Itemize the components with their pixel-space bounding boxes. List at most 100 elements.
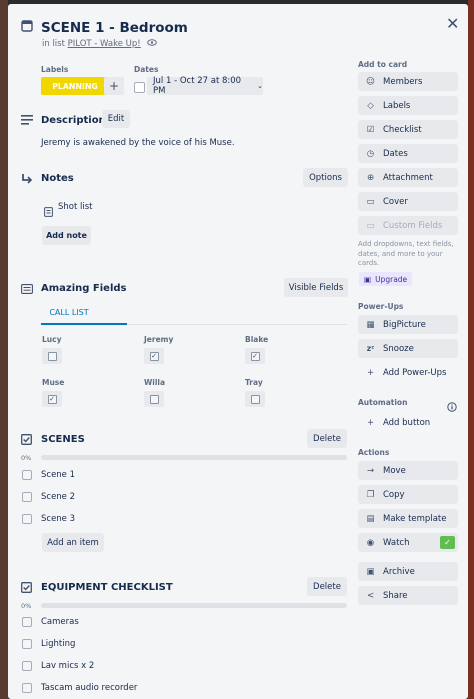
members-label: Members xyxy=(383,76,423,87)
date-value: Jul 1 - Oct 27 at 8:00 PM xyxy=(153,76,242,96)
attachment-label: Attachment xyxy=(383,172,433,183)
field-checkbox-muse[interactable]: ✓ xyxy=(42,391,62,407)
cover-button[interactable]: ▭ Cover xyxy=(358,192,458,211)
watch-label: Watch xyxy=(383,537,410,548)
visible-fields-button[interactable]: Visible Fields xyxy=(284,278,348,297)
make-template-button[interactable]: ▤ Make template xyxy=(358,509,458,528)
equipment-1-checkbox[interactable] xyxy=(22,617,32,627)
checklist-icon: ☑ xyxy=(366,124,375,135)
field-checkbox-lucy[interactable] xyxy=(42,348,62,364)
equipment-1-item[interactable]: Cameras xyxy=(41,617,79,627)
note-item[interactable]: Shot list xyxy=(58,202,93,212)
add-powerups-label: Add Power-Ups xyxy=(383,367,447,378)
automation-heading: Automation xyxy=(358,398,408,407)
list-link[interactable]: PILOT - Wake Up! xyxy=(68,39,141,49)
custom-fields-hint: Add dropdowns, text fields, dates, and m… xyxy=(358,240,454,267)
field-checkbox-blake[interactable]: ✓ xyxy=(245,348,265,364)
amazing-fields-heading: Amazing Fields xyxy=(41,283,127,294)
powerups-heading: Power-Ups xyxy=(358,302,404,311)
archive-icon: ▣ xyxy=(366,566,375,577)
members-button[interactable]: ☺ Members xyxy=(358,72,458,91)
add-button-button[interactable]: + Add button xyxy=(358,413,458,432)
field-label-willa: Willa xyxy=(144,378,166,387)
dates-button[interactable]: ◷ Dates xyxy=(358,144,458,163)
date-complete-checkbox[interactable] xyxy=(134,82,145,93)
close-icon[interactable]: ✕ xyxy=(446,14,459,33)
copy-icon: ❐ xyxy=(366,489,375,500)
snooze-button[interactable]: zᶻ Snooze xyxy=(358,339,458,358)
scenes-progress-bar xyxy=(41,455,347,460)
add-label-button[interactable]: + xyxy=(104,77,124,95)
share-button[interactable]: < Share xyxy=(358,586,458,605)
field-label-lucy: Lucy xyxy=(42,335,62,344)
eye-icon: ◉ xyxy=(366,537,375,548)
equipment-progress-percent: 0% xyxy=(21,602,32,610)
move-button[interactable]: → Move xyxy=(358,461,458,480)
cover-label: Cover xyxy=(383,196,408,207)
equipment-4-checkbox[interactable] xyxy=(22,683,32,693)
checklist-label: Checklist xyxy=(383,124,422,135)
scenes-add-item-button[interactable]: Add an item xyxy=(42,533,104,552)
custom-fields-button[interactable]: ▭ Custom Fields xyxy=(358,216,458,235)
field-checkbox-jeremy[interactable]: ✓ xyxy=(144,348,164,364)
description-text[interactable]: Jeremy is awakened by the voice of his M… xyxy=(41,138,235,148)
scene-1-item[interactable]: Scene 1 xyxy=(41,470,75,480)
notes-options-button[interactable]: Options xyxy=(303,168,348,187)
tag-icon: ◇ xyxy=(367,100,374,111)
scene-2-checkbox[interactable] xyxy=(22,492,32,502)
labels-label: Labels xyxy=(383,100,411,111)
dates-heading: Dates xyxy=(134,65,159,74)
add-powerups-button[interactable]: + Add Power-Ups xyxy=(358,363,458,382)
field-checkbox-willa[interactable] xyxy=(144,391,164,407)
plus-icon: + xyxy=(366,417,375,428)
field-checkbox-tray[interactable] xyxy=(245,391,265,407)
scene-2-item[interactable]: Scene 2 xyxy=(41,492,75,502)
equipment-4-item[interactable]: Tascam audio recorder xyxy=(41,683,137,693)
copy-button[interactable]: ❐ Copy xyxy=(358,485,458,504)
add-button-label: Add button xyxy=(383,417,431,428)
equipment-heading: EQUIPMENT CHECKLIST xyxy=(41,582,173,593)
card-title[interactable]: SCENE 1 - Bedroom xyxy=(41,20,188,36)
equipment-delete-button[interactable]: Delete xyxy=(307,577,347,596)
custom-fields-label: Custom Fields xyxy=(383,220,443,231)
clock-icon: ◷ xyxy=(366,148,375,159)
bigpicture-button[interactable]: ▦ BigPicture xyxy=(358,315,458,334)
attachment-button[interactable]: ⊕ Attachment xyxy=(358,168,458,187)
tab-selected-indicator xyxy=(41,323,127,325)
share-icon: < xyxy=(366,590,375,601)
dates-label: Dates xyxy=(383,148,408,159)
equipment-2-item[interactable]: Lighting xyxy=(41,639,75,649)
scene-1-checkbox[interactable] xyxy=(22,470,32,480)
label-planning[interactable]: PLANNING xyxy=(41,77,109,95)
edit-description-button[interactable]: Edit xyxy=(102,110,130,128)
field-label-jeremy: Jeremy xyxy=(144,335,174,344)
upgrade-button[interactable]: ▣ Upgrade xyxy=(359,272,413,286)
add-note-button[interactable]: Add note xyxy=(42,226,91,245)
scene-3-item[interactable]: Scene 3 xyxy=(41,514,75,524)
chevron-down-icon: ⌄ xyxy=(257,82,263,90)
card-icon xyxy=(21,20,33,35)
equipment-2-checkbox[interactable] xyxy=(22,639,32,649)
date-button[interactable]: Jul 1 - Oct 27 at 8:00 PM ⌄ xyxy=(147,76,263,96)
eye-icon xyxy=(147,39,158,49)
arrow-right-icon: → xyxy=(366,465,375,476)
equipment-3-item[interactable]: Lav mics x 2 xyxy=(41,661,94,671)
archive-button[interactable]: ▣ Archive xyxy=(358,562,458,581)
watch-button[interactable]: ◉ Watch ✓ xyxy=(358,533,458,552)
field-label-tray: Tray xyxy=(245,378,263,387)
add-to-card-heading: Add to card xyxy=(358,60,408,69)
equipment-3-checkbox[interactable] xyxy=(22,661,32,671)
background-board-right xyxy=(468,0,474,699)
tab-call-list[interactable]: CALL LIST xyxy=(41,308,97,317)
checklist-button[interactable]: ☑ Checklist xyxy=(358,120,458,139)
bigpicture-icon: ▦ xyxy=(366,319,375,330)
scenes-heading: SCENES xyxy=(41,434,85,445)
field-label-muse: Muse xyxy=(42,378,65,387)
scene-3-checkbox[interactable] xyxy=(22,514,32,524)
archive-label: Archive xyxy=(383,566,415,577)
field-label-blake: Blake xyxy=(245,335,269,344)
scenes-delete-button[interactable]: Delete xyxy=(307,429,347,448)
labels-button[interactable]: ◇ Labels xyxy=(358,96,458,115)
equipment-progress-bar xyxy=(41,603,347,608)
share-label: Share xyxy=(383,590,408,601)
